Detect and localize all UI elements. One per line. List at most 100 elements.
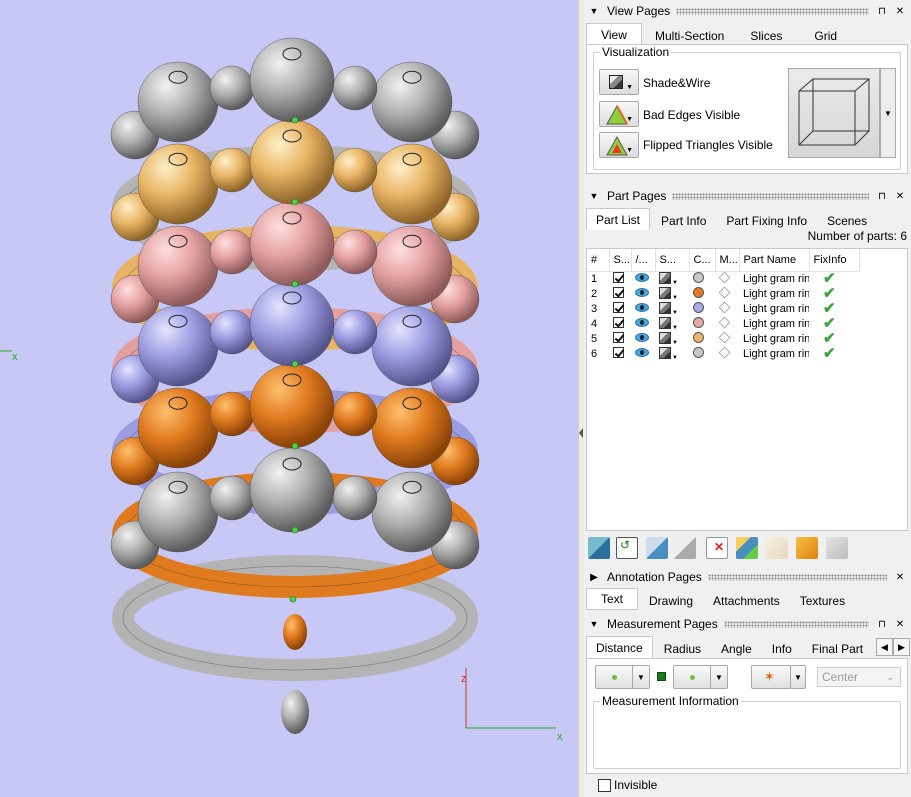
tab-slices[interactable]: Slices (741, 26, 791, 45)
tab-grid[interactable]: Grid (805, 26, 846, 45)
color-swatch[interactable] (693, 302, 704, 313)
table-row[interactable]: 1▼Light gram ring✔ (587, 271, 859, 287)
material-wire-icon[interactable] (718, 316, 731, 329)
col-selected[interactable]: S... (609, 249, 632, 272)
shading-cube-icon[interactable] (659, 346, 671, 359)
material-wire-icon[interactable] (718, 286, 731, 299)
table-row[interactable]: 6 ▼ Light gram ring ✔ (587, 346, 859, 362)
measurement-pages-title-bar[interactable]: ▼ Measurement Pages ⊓ ✕ (584, 614, 911, 634)
collapse-down-icon[interactable]: ▼ (587, 191, 601, 201)
col-number[interactable]: # (587, 249, 610, 272)
view-dropdown-button[interactable]: ▼ (880, 68, 896, 158)
tab-attachments[interactable]: Attachments (704, 591, 789, 610)
material-wire-icon[interactable] (718, 301, 731, 314)
visibility-eye-icon[interactable] (635, 273, 649, 282)
col-visible[interactable]: /... (631, 249, 656, 272)
shade-wire-button[interactable]: ▼ (599, 69, 639, 95)
invert-selection-icon[interactable]: ↺ (616, 537, 638, 559)
visibility-eye-icon[interactable] (635, 288, 649, 297)
color-swatch[interactable] (693, 332, 704, 343)
axis-measure-dropdown[interactable]: ▼ (790, 665, 806, 689)
delete-part-icon[interactable]: ✕ (706, 537, 728, 559)
select-checkbox[interactable] (613, 302, 624, 313)
tab-final-part[interactable]: Final Part (803, 639, 872, 658)
float-icon[interactable]: ⊓ (875, 619, 889, 630)
merge-parts-icon[interactable] (736, 537, 758, 559)
table-row[interactable]: 5▼Light gram ring✔ (587, 331, 859, 347)
tab-view[interactable]: View (586, 23, 642, 45)
visibility-eye-icon[interactable] (635, 303, 649, 312)
color-swatch[interactable] (693, 272, 704, 283)
drag-handle[interactable] (723, 620, 869, 628)
select-checkbox[interactable] (613, 347, 624, 358)
tab-scroll-right-icon[interactable]: ▶ (893, 638, 910, 656)
col-fixinfo[interactable]: FixInfo (809, 249, 860, 272)
table-row[interactable]: 2▼Light gram ring✔ (587, 286, 859, 302)
select-checkbox[interactable] (613, 272, 624, 283)
save-part-icon[interactable] (796, 537, 818, 559)
visibility-eye-icon[interactable] (635, 318, 649, 327)
select-checkbox[interactable] (613, 332, 624, 343)
visibility-eye-icon[interactable] (635, 333, 649, 342)
close-icon[interactable]: ✕ (893, 191, 907, 202)
table-row[interactable]: 4▼Light gram ring✔ (587, 316, 859, 332)
tab-scenes[interactable]: Scenes (818, 211, 876, 230)
axis-measure-button[interactable]: ✶ (751, 665, 791, 689)
drag-handle[interactable] (707, 573, 887, 581)
close-icon[interactable]: ✕ (893, 619, 907, 630)
tab-distance[interactable]: Distance (586, 636, 653, 658)
col-color[interactable]: C... (689, 249, 716, 272)
color-swatch[interactable] (693, 287, 704, 298)
shading-cube-icon[interactable] (659, 331, 671, 344)
tab-scroll-left-icon[interactable]: ◀ (876, 638, 893, 656)
add-part-icon[interactable] (646, 537, 668, 559)
first-point-dropdown[interactable]: ▼ (632, 665, 650, 689)
select-checkbox[interactable] (613, 287, 624, 298)
material-wire-icon[interactable] (718, 331, 731, 344)
float-icon[interactable]: ⊓ (875, 6, 889, 17)
bad-edges-button[interactable]: ▼ (599, 101, 639, 127)
material-wire-icon[interactable] (718, 271, 731, 284)
tab-multi-section[interactable]: Multi-Section (646, 26, 733, 45)
tab-radius[interactable]: Radius (655, 639, 710, 658)
shading-cube-icon[interactable] (659, 271, 671, 284)
col-shading[interactable]: S... (655, 249, 690, 272)
view-pages-title-bar[interactable]: ▼ View Pages ⊓ ✕ (584, 1, 911, 21)
float-icon[interactable]: ⊓ (875, 191, 889, 202)
annotation-pages-title-bar[interactable]: ▶ Annotation Pages ✕ (584, 567, 911, 587)
drag-handle[interactable] (676, 7, 869, 15)
tab-info[interactable]: Info (763, 639, 801, 658)
close-icon[interactable]: ✕ (893, 572, 907, 583)
invisible-checkbox[interactable] (598, 778, 611, 792)
tab-part-info[interactable]: Part Info (652, 211, 715, 230)
collapse-down-icon[interactable]: ▼ (587, 6, 601, 16)
shading-cube-icon[interactable] (659, 316, 671, 329)
material-wire-icon[interactable] (718, 346, 731, 359)
color-swatch[interactable] (693, 347, 704, 358)
close-icon[interactable]: ✕ (893, 6, 907, 17)
part-pages-title-bar[interactable]: ▼ Part Pages ⊓ ✕ (584, 186, 911, 206)
view-cube-preview[interactable] (788, 68, 880, 158)
tab-text[interactable]: Text (586, 588, 638, 610)
tab-angle[interactable]: Angle (712, 639, 761, 658)
select-checkbox[interactable] (613, 317, 624, 328)
tab-textures[interactable]: Textures (791, 591, 854, 610)
part-list-table[interactable]: # S... /... S... C... M... Part Name Fix… (586, 248, 908, 531)
expand-right-icon[interactable]: ▶ (587, 572, 601, 583)
table-row[interactable]: 3▼Light gram ring✔ (587, 301, 859, 317)
tab-part-fixing-info[interactable]: Part Fixing Info (717, 211, 816, 230)
collapse-down-icon[interactable]: ▼ (587, 619, 601, 629)
select-all-parts-icon[interactable] (588, 537, 610, 559)
visibility-eye-icon[interactable] (635, 348, 649, 357)
second-point-dropdown[interactable]: ▼ (710, 665, 728, 689)
color-swatch[interactable] (693, 317, 704, 328)
drag-handle[interactable] (672, 192, 869, 200)
tab-drawing[interactable]: Drawing (640, 591, 702, 610)
flipped-triangles-button[interactable]: ▼ (599, 132, 639, 158)
shading-cube-icon[interactable] (659, 301, 671, 314)
duplicate-part-icon[interactable] (674, 537, 696, 559)
col-part-name[interactable]: Part Name (739, 249, 810, 272)
tab-part-list[interactable]: Part List (586, 208, 651, 230)
3d-viewport[interactable]: x z x (0, 0, 578, 797)
invisible-checkbox-row[interactable]: Invisible (598, 778, 657, 792)
